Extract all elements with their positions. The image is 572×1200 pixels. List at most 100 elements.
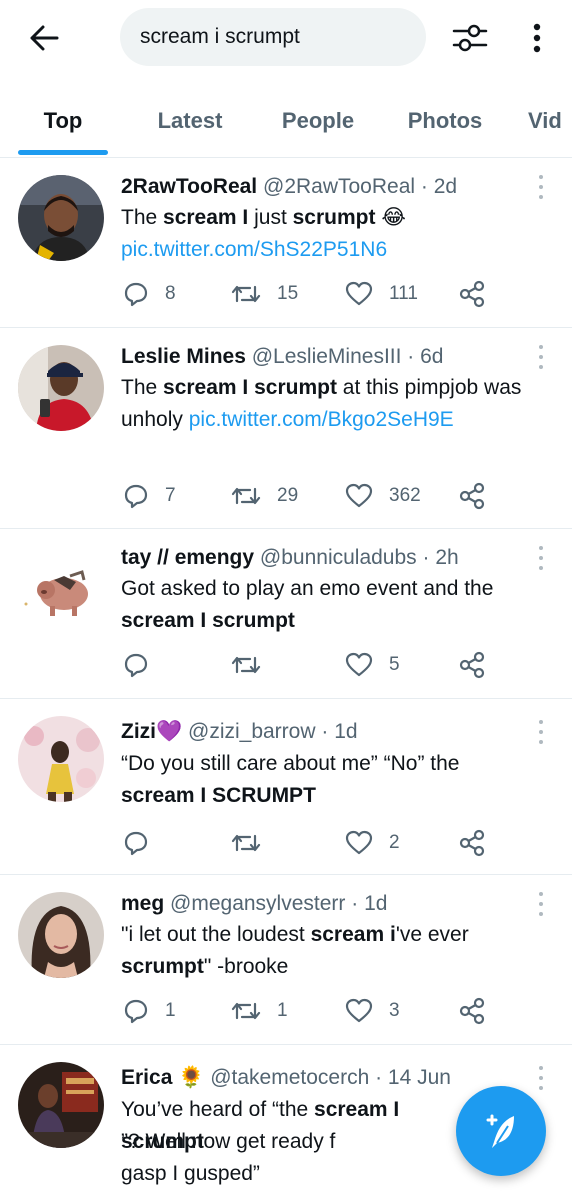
reply-button[interactable]: 7 bbox=[123, 481, 176, 511]
user-handle[interactable]: @megansylvesterr bbox=[170, 892, 345, 915]
tweet-menu-button[interactable] bbox=[536, 175, 546, 199]
share-icon bbox=[459, 651, 485, 679]
tweet-link[interactable]: pic.twitter.com/Bkgo2SeH9E bbox=[189, 408, 454, 431]
heart-icon bbox=[345, 652, 373, 677]
user-handle[interactable]: @takemetocerch bbox=[210, 1066, 369, 1089]
tweet-time: · 14 Jun bbox=[375, 1066, 451, 1089]
retweet-button[interactable]: 29 bbox=[231, 481, 298, 511]
tab-photos[interactable]: Photos bbox=[395, 84, 495, 157]
retweet-button[interactable] bbox=[231, 650, 277, 680]
like-button[interactable]: 362 bbox=[345, 481, 421, 511]
reply-button[interactable] bbox=[123, 828, 165, 858]
tweet[interactable]: tay // emengy @bunniculadubs · 2h Got as… bbox=[0, 530, 572, 699]
filter-button[interactable] bbox=[450, 18, 490, 58]
display-name[interactable]: Erica 🌻 bbox=[121, 1066, 204, 1089]
retweet-count: 1 bbox=[277, 1000, 288, 1021]
back-button[interactable] bbox=[26, 20, 62, 56]
avatar[interactable] bbox=[18, 892, 104, 978]
tab-top[interactable]: Top bbox=[18, 84, 108, 157]
share-icon bbox=[459, 482, 485, 510]
tweet-header: 2RawTooReal @2RawTooReal · 2d bbox=[121, 173, 522, 201]
reply-icon bbox=[124, 831, 148, 856]
tweet-time: · 1d bbox=[321, 720, 358, 743]
tweet[interactable]: Zizi💜 @zizi_barrow · 1d “Do you still ca… bbox=[0, 700, 572, 875]
tab-videos[interactable]: Vid bbox=[528, 84, 572, 157]
heart-icon bbox=[345, 281, 373, 306]
tweet-text: The scream I just scrumpt 😂 pic.twitter.c… bbox=[121, 206, 406, 261]
retweet-icon bbox=[231, 285, 261, 303]
user-handle[interactable]: @bunniculadubs bbox=[260, 546, 417, 569]
share-button[interactable] bbox=[458, 650, 486, 680]
avatar[interactable] bbox=[18, 1062, 104, 1148]
retweet-button[interactable] bbox=[231, 828, 277, 858]
search-tabs: Top Latest People Photos Vid bbox=[0, 84, 572, 158]
tweet[interactable]: Leslie Mines @LeslieMinesIII · 6d The sc… bbox=[0, 329, 572, 529]
like-count: 362 bbox=[389, 485, 421, 506]
tweet-header: tay // emengy @bunniculadubs · 2h bbox=[121, 544, 522, 572]
tweet-text: The scream I scrumpt at this pimpjob was… bbox=[121, 376, 522, 431]
retweet-count: 15 bbox=[277, 283, 299, 304]
reply-button[interactable] bbox=[123, 650, 165, 680]
search-input[interactable]: scream i scrumpt bbox=[120, 8, 426, 66]
display-name[interactable]: tay // emengy bbox=[121, 546, 254, 569]
tweet-menu-button[interactable] bbox=[536, 1066, 546, 1090]
user-handle[interactable]: @LeslieMinesIII bbox=[252, 345, 402, 368]
tweet-actions: 5 bbox=[121, 650, 501, 680]
tab-latest[interactable]: Latest bbox=[140, 84, 240, 157]
display-name[interactable]: Zizi💜 bbox=[121, 720, 182, 743]
tweet-menu-button[interactable] bbox=[536, 546, 546, 570]
like-button[interactable]: 111 bbox=[345, 279, 418, 309]
tweet-text: Got asked to play an emo event and the s… bbox=[121, 577, 494, 632]
reply-button[interactable]: 1 bbox=[123, 996, 176, 1026]
tweet-text: “Do you still care about me” “No” the sc… bbox=[121, 752, 460, 807]
like-button[interactable]: 5 bbox=[345, 650, 400, 680]
compose-icon bbox=[486, 1114, 514, 1148]
retweet-button[interactable]: 15 bbox=[231, 279, 298, 309]
compose-tweet-button[interactable] bbox=[456, 1086, 546, 1176]
tweet-menu-button[interactable] bbox=[536, 345, 546, 369]
tweet-header: Erica 🌻 @takemetocerch · 14 Jun bbox=[121, 1064, 522, 1092]
user-handle[interactable]: @2RawTooReal bbox=[263, 175, 415, 198]
reply-count: 8 bbox=[165, 283, 176, 304]
reply-icon bbox=[124, 999, 148, 1024]
reply-icon bbox=[124, 282, 148, 307]
reply-icon bbox=[124, 653, 148, 678]
retweet-count: 29 bbox=[277, 485, 299, 506]
share-button[interactable] bbox=[458, 828, 486, 858]
like-button[interactable]: 3 bbox=[345, 996, 400, 1026]
tweet-time: · 2d bbox=[420, 175, 458, 198]
display-name[interactable]: Leslie Mines bbox=[121, 345, 246, 368]
avatar[interactable] bbox=[18, 546, 104, 632]
display-name[interactable]: 2RawTooReal bbox=[121, 175, 257, 198]
tweet-link[interactable]: pic.twitter.com/ShS22P51N6 bbox=[121, 238, 387, 261]
tab-people[interactable]: People bbox=[268, 84, 368, 157]
avatar[interactable] bbox=[18, 345, 104, 431]
arrow-left-icon bbox=[30, 25, 59, 51]
share-button[interactable] bbox=[458, 279, 486, 309]
tweet[interactable]: meg @megansylvesterr · 1d "i let out the… bbox=[0, 876, 572, 1045]
display-name[interactable]: meg bbox=[121, 892, 164, 915]
avatar[interactable] bbox=[18, 716, 104, 802]
share-icon bbox=[459, 829, 485, 857]
tweet-menu-button[interactable] bbox=[536, 720, 546, 744]
retweet-icon bbox=[231, 487, 261, 505]
top-bar: scream i scrumpt bbox=[0, 0, 572, 78]
like-button[interactable]: 2 bbox=[345, 828, 400, 858]
user-handle[interactable]: @zizi_barrow bbox=[188, 720, 316, 743]
heart-icon bbox=[345, 998, 373, 1023]
heart-icon bbox=[345, 830, 373, 855]
vertical-dots-icon bbox=[533, 23, 541, 53]
retweet-icon bbox=[231, 656, 261, 674]
retweet-button[interactable]: 1 bbox=[231, 996, 288, 1026]
avatar[interactable] bbox=[18, 175, 104, 261]
tweet-time: · 2h bbox=[422, 546, 459, 569]
tweet-time: · 6d bbox=[407, 345, 444, 368]
like-count: 111 bbox=[389, 283, 418, 304]
reply-button[interactable]: 8 bbox=[123, 279, 176, 309]
share-button[interactable] bbox=[458, 481, 486, 511]
like-count: 2 bbox=[389, 832, 400, 853]
tweet-menu-button[interactable] bbox=[536, 892, 546, 916]
share-button[interactable] bbox=[458, 996, 486, 1026]
more-options-button[interactable] bbox=[520, 18, 554, 58]
tweet[interactable]: 2RawTooReal @2RawTooReal · 2d The scream… bbox=[0, 159, 572, 328]
